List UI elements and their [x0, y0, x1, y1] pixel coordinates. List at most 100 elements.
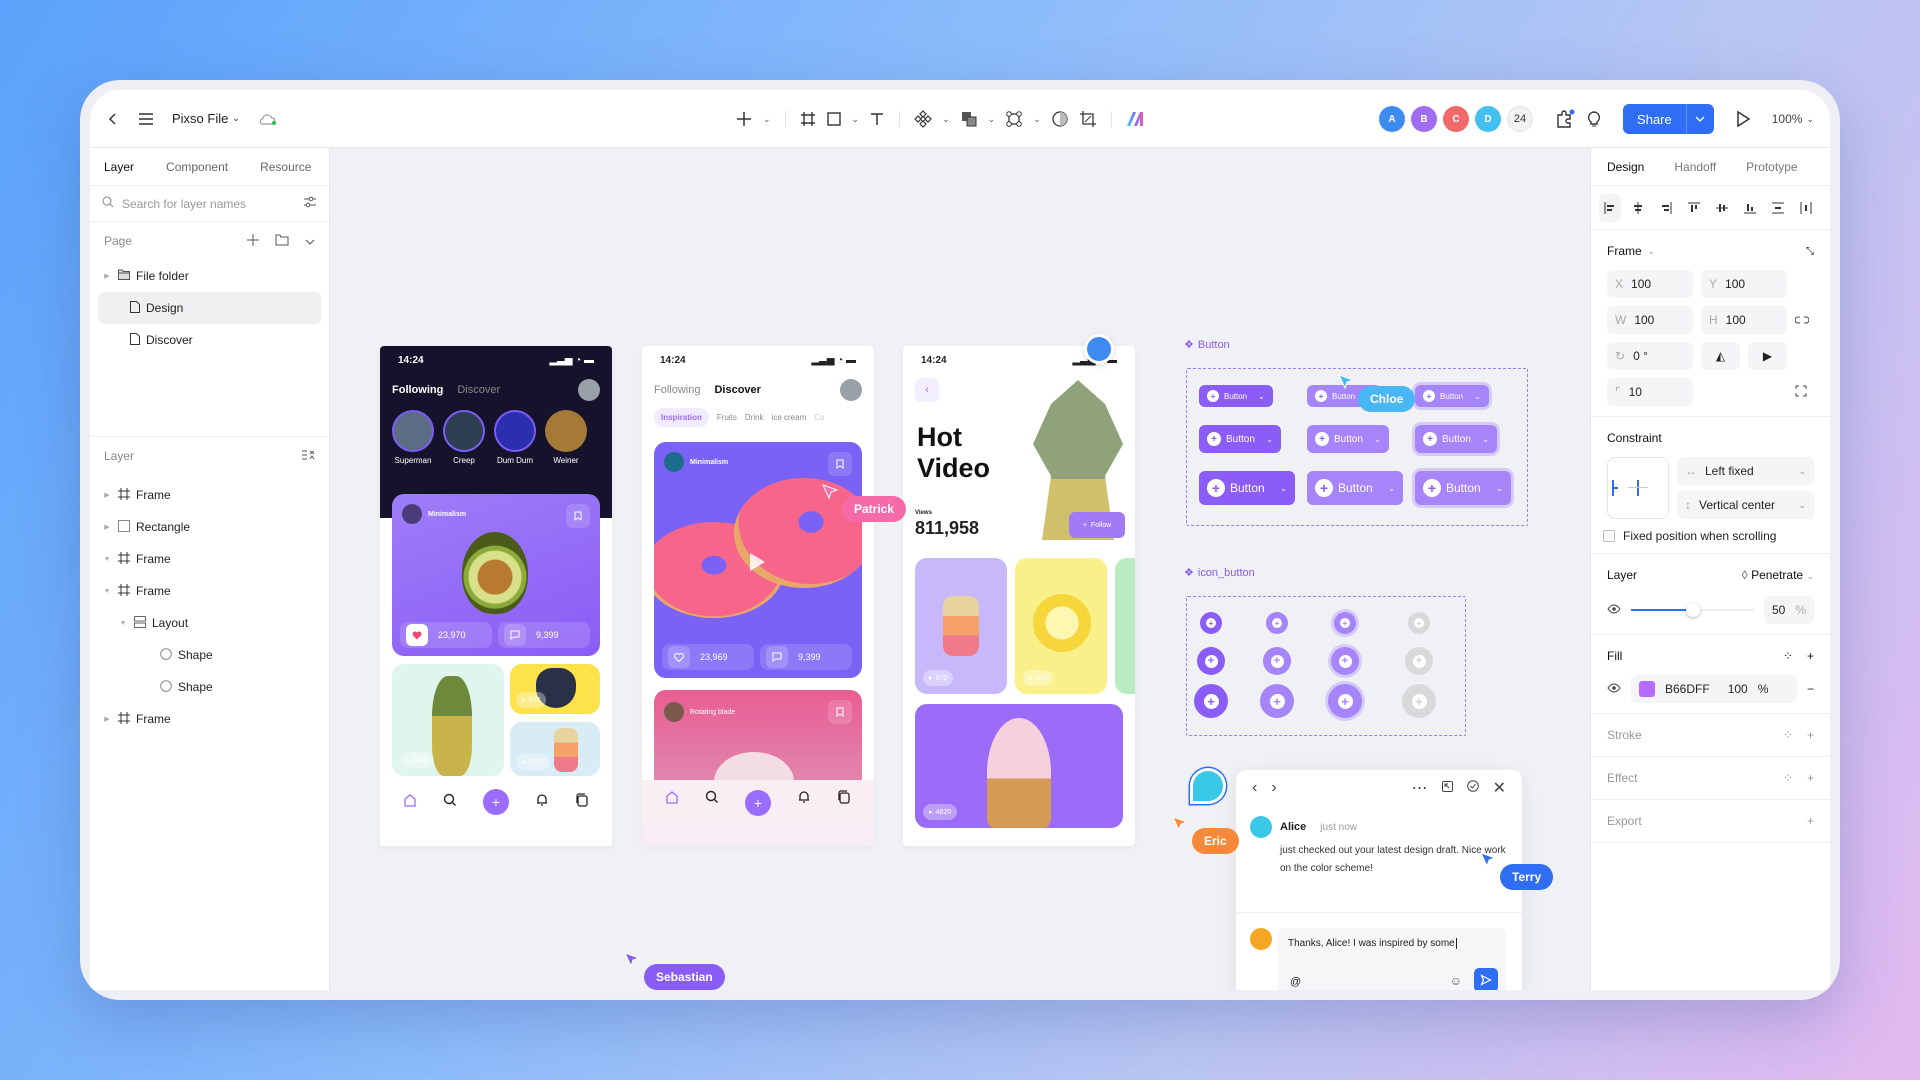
button-component-set[interactable]: + Button ⌄ + Button ⌄ + Button ⌄ + Button ⌄ + Button ⌄… [1186, 368, 1528, 526]
tab-resource[interactable]: Resource [260, 160, 311, 174]
chevron-down-icon[interactable]: ⌄ [763, 114, 771, 125]
style-grid-icon[interactable]: ⁘ [1783, 771, 1793, 785]
play-icon[interactable] [1734, 110, 1752, 128]
component-icon-button[interactable]: + [1331, 647, 1359, 675]
constraint-widget[interactable] [1607, 457, 1669, 519]
tab-discover[interactable]: Discover [457, 384, 500, 396]
prev-icon[interactable]: ‹ [1252, 779, 1257, 797]
more-icon[interactable]: ⋯ [1412, 778, 1428, 798]
profile-avatar[interactable] [840, 379, 862, 401]
flip-horizontal-icon[interactable]: ◭ [1701, 342, 1740, 370]
chip-fruits[interactable]: Fruits [717, 413, 737, 422]
caret-right-icon[interactable]: ▶ [102, 715, 112, 723]
create-button[interactable]: + [745, 790, 771, 816]
phone-frame-hot-video[interactable]: 14:24▂▃▅ ◔ ▬ ‹ HotVideo Views 811,958 +F… [903, 346, 1135, 846]
component-icon-button[interactable]: + [1402, 684, 1436, 718]
slider-handle[interactable] [1685, 603, 1700, 617]
component-icon-button[interactable]: + [1328, 684, 1362, 718]
likes-stat[interactable]: 23,970 [400, 622, 492, 648]
bell-icon[interactable] [535, 793, 549, 812]
chip-more[interactable]: Co [814, 413, 824, 422]
tab-design[interactable]: Design [1607, 160, 1644, 174]
chevron-down-icon[interactable] [1685, 104, 1714, 134]
component-button[interactable]: + Button ⌄ [1415, 471, 1511, 505]
component-label-icon-button[interactable]: ❖ icon_button [1184, 566, 1255, 580]
y-field[interactable]: Y 100 [1701, 270, 1787, 298]
chip-ice-cream[interactable]: ice cream [772, 413, 807, 422]
plugin-icon[interactable] [1555, 109, 1575, 129]
reply-box[interactable]: Thanks, Alice! I was inspired by some @ … [1278, 928, 1506, 990]
media-tile[interactable]: ▸ 4820 [392, 664, 504, 776]
add-effect-icon[interactable]: + [1807, 771, 1814, 785]
text-icon[interactable] [869, 111, 885, 127]
fill-hex[interactable]: B66DFF [1665, 682, 1710, 696]
media-tile[interactable]: ▸ 6780 [510, 722, 600, 776]
search-icon[interactable] [443, 793, 457, 812]
bookmark-icon[interactable] [566, 504, 590, 528]
file-name-dropdown[interactable]: Pixso File ⌄ [172, 111, 240, 126]
component-icon-button[interactable]: + [1408, 612, 1430, 634]
frame-type-dropdown[interactable]: Frame [1607, 244, 1642, 258]
comments-stat[interactable]: 9,399 [760, 644, 852, 670]
component-icon-button[interactable]: + [1334, 612, 1356, 634]
search-input[interactable]: Search for layer names [122, 197, 295, 211]
component-button[interactable]: + Button ⌄ [1199, 385, 1273, 407]
align-right-icon[interactable] [1655, 194, 1677, 222]
constrain-proportions-icon[interactable] [1794, 313, 1815, 327]
collections-icon[interactable] [837, 790, 851, 809]
tab-component[interactable]: Component [166, 160, 228, 174]
component-button[interactable]: + Button ⌄ [1307, 425, 1389, 453]
icon-button-component-set[interactable]: + + + + + + + + + + + + [1186, 596, 1466, 736]
canvas[interactable]: 14:24 ▂▃▅ ◔ ▬ Following Discover Superman… [330, 148, 1590, 990]
tab-discover[interactable]: Discover [714, 384, 760, 396]
reply-input[interactable]: Thanks, Alice! I was inspired by some [1278, 928, 1506, 959]
eye-icon[interactable] [1607, 603, 1621, 617]
component-button[interactable]: + Button ⌄ [1199, 471, 1295, 505]
caret-down-icon[interactable]: ▼ [118, 620, 128, 627]
rotation-field[interactable]: ↻ 0 ° [1607, 342, 1693, 370]
comment-pin-avatar[interactable] [1190, 768, 1226, 804]
chevron-down-icon[interactable]: ⌄ [942, 114, 950, 125]
style-grid-icon[interactable]: ⁘ [1783, 728, 1793, 742]
bookmark-icon[interactable] [828, 700, 852, 724]
add-page-icon[interactable] [247, 233, 259, 249]
home-icon[interactable] [665, 790, 679, 809]
tab-handoff[interactable]: Handoff [1674, 160, 1716, 174]
rectangle-icon[interactable] [826, 111, 842, 127]
opacity-field[interactable]: 50% [1764, 596, 1814, 624]
corner-radius-field[interactable]: ⌜ 10 [1607, 378, 1693, 406]
component-icon-button[interactable]: + [1260, 684, 1294, 718]
add-stroke-icon[interactable]: + [1807, 728, 1814, 742]
menu-icon[interactable] [138, 112, 154, 126]
align-left-icon[interactable] [1599, 193, 1621, 222]
comments-stat[interactable]: 9,399 [498, 622, 590, 648]
align-h-center-icon[interactable] [1627, 194, 1649, 222]
filter-icon[interactable] [303, 196, 317, 211]
avatar[interactable]: C [1443, 106, 1470, 132]
layer-item[interactable]: ▼ Layout [90, 607, 329, 639]
media-tile[interactable]: ▸ 346 [1015, 558, 1107, 694]
phone-frame-discover[interactable]: 14:24 ▂▃▅ ◔ ▬ Following Discover Inspirat… [642, 346, 874, 846]
bookmark-icon[interactable] [828, 452, 852, 476]
media-tile[interactable] [1115, 558, 1135, 694]
profile-avatar[interactable] [578, 379, 600, 401]
color-swatch[interactable] [1639, 681, 1655, 697]
caret-down-icon[interactable]: ▼ [102, 556, 112, 563]
collaborator-avatar[interactable] [1084, 334, 1114, 364]
flip-vertical-icon[interactable]: ▶ [1748, 342, 1787, 370]
lightbulb-icon[interactable] [1585, 110, 1603, 128]
vertical-constraint-dropdown[interactable]: ↕ Vertical center ⌄ [1677, 491, 1814, 519]
crop-icon[interactable] [1079, 110, 1097, 128]
avatar[interactable]: D [1475, 106, 1502, 132]
layer-item[interactable]: ▼ Frame [90, 543, 329, 575]
remove-fill-icon[interactable]: − [1807, 682, 1814, 696]
horizontal-constraint-dropdown[interactable]: ↔ Left fixed ⌄ [1677, 457, 1814, 485]
media-tile[interactable]: ▸ 678 [510, 664, 600, 714]
chevron-down-icon[interactable]: ⌄ [1648, 246, 1656, 257]
chevron-down-icon[interactable] [305, 234, 315, 248]
distribute-v-icon[interactable] [1767, 194, 1789, 222]
collaborator-count[interactable]: 24 [1507, 106, 1534, 132]
fill-opacity[interactable]: 100 [1728, 682, 1748, 696]
share-button[interactable]: Share [1623, 104, 1714, 134]
follow-button[interactable]: + Follow [1069, 512, 1125, 538]
